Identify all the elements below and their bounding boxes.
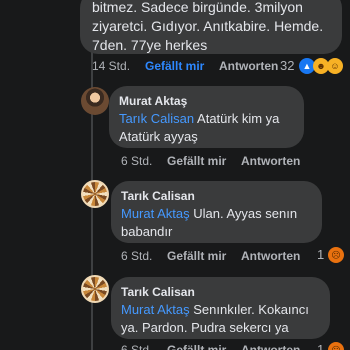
parent-comment-text: bitmez. Sadece birgünde. 3milyon ziyaret…	[92, 0, 323, 55]
parent-comment-line-3: 7den. 77ye herkes	[92, 37, 208, 53]
comment-text-segment: Atatürk kim ya	[194, 111, 280, 126]
comment-time[interactable]: 6 Std.	[121, 248, 152, 264]
reply-bubble: Tarık Calisan Murat Aktaş Ulan. Ayyas se…	[111, 181, 322, 243]
comment-time[interactable]: 6 Std.	[121, 342, 152, 350]
comment-text-line-2: babandır	[121, 224, 173, 239]
reply-actions: 6 Std. Gefällt mir Antworten	[121, 153, 350, 169]
reaction-count: 1	[317, 342, 325, 350]
reaction-count: 32	[280, 58, 295, 73]
mention-link[interactable]: Murat Aktaş	[121, 302, 190, 317]
comment-author[interactable]: Tarık Calisan	[121, 285, 195, 299]
reply-reactions[interactable]: 1 ☹	[317, 247, 347, 263]
reply-bubble: Tarık Calisan Murat Aktaş Senınkıler. Ko…	[111, 277, 330, 339]
comment-text: Tarık Calisan Atatürk kim ya Atatürk ayy…	[119, 110, 279, 146]
mention-link[interactable]: Tarık Calisan	[119, 111, 194, 126]
parent-comment-line-1: bitmez. Sadece birgünde. 3milyon	[92, 0, 303, 15]
avatar[interactable]	[81, 180, 109, 208]
avatar[interactable]	[81, 87, 109, 115]
avatar[interactable]	[81, 275, 109, 303]
comment-text-segment: Senınkıler. Kokaıncı	[189, 302, 309, 317]
parent-comment-line-2: ziyaretci. Gıdıyor. Anıtkabire. Hemde.	[92, 18, 324, 34]
comment-text: Murat Aktaş Ulan. Ayyas senın babandır	[121, 205, 297, 241]
like-button[interactable]: Gefällt mir	[167, 248, 226, 264]
reply-reactions[interactable]: 1 ☹	[317, 342, 347, 350]
comment-time[interactable]: 6 Std.	[121, 153, 152, 169]
mention-link[interactable]: Murat Aktaş	[121, 206, 190, 221]
reaction-count: 1	[317, 247, 325, 262]
haha-icon: ☺	[327, 58, 343, 74]
reply-button[interactable]: Antworten	[241, 342, 300, 350]
reply-button[interactable]: Antworten	[241, 153, 300, 169]
parent-comment-bubble: bitmez. Sadece birgünde. 3milyon ziyaret…	[80, 0, 342, 54]
comment-author[interactable]: Tarık Calisan	[121, 189, 195, 203]
reply-bubble: Murat Aktaş Tarık Calisan Atatürk kim ya…	[109, 86, 304, 148]
angry-icon: ☹	[328, 247, 344, 263]
like-button[interactable]: Gefällt mir	[167, 342, 226, 350]
reply-actions: 6 Std. Gefällt mir Antworten	[121, 248, 350, 264]
comment-text: Murat Aktaş Senınkıler. Kokaıncı ya. Par…	[121, 301, 309, 337]
reply-actions: 6 Std. Gefällt mir Antworten	[121, 342, 350, 350]
comment-text-line-2: ya. Pardon. Pudra sekercı ya	[121, 320, 289, 335]
like-button[interactable]: Gefällt mir	[167, 153, 226, 169]
comment-text-segment: Ulan. Ayyas senın	[189, 206, 298, 221]
parent-comment-reactions[interactable]: 32 ▲ ☻ ☺	[280, 58, 350, 74]
comment-text-line-2: Atatürk ayyaş	[119, 129, 198, 144]
reply-button[interactable]: Antworten	[219, 58, 278, 74]
comment-author[interactable]: Murat Aktaş	[119, 94, 187, 108]
reply-button[interactable]: Antworten	[241, 248, 300, 264]
like-button[interactable]: Gefällt mir	[145, 58, 204, 74]
angry-icon: ☹	[328, 342, 344, 350]
comment-time[interactable]: 14 Std.	[92, 58, 130, 74]
